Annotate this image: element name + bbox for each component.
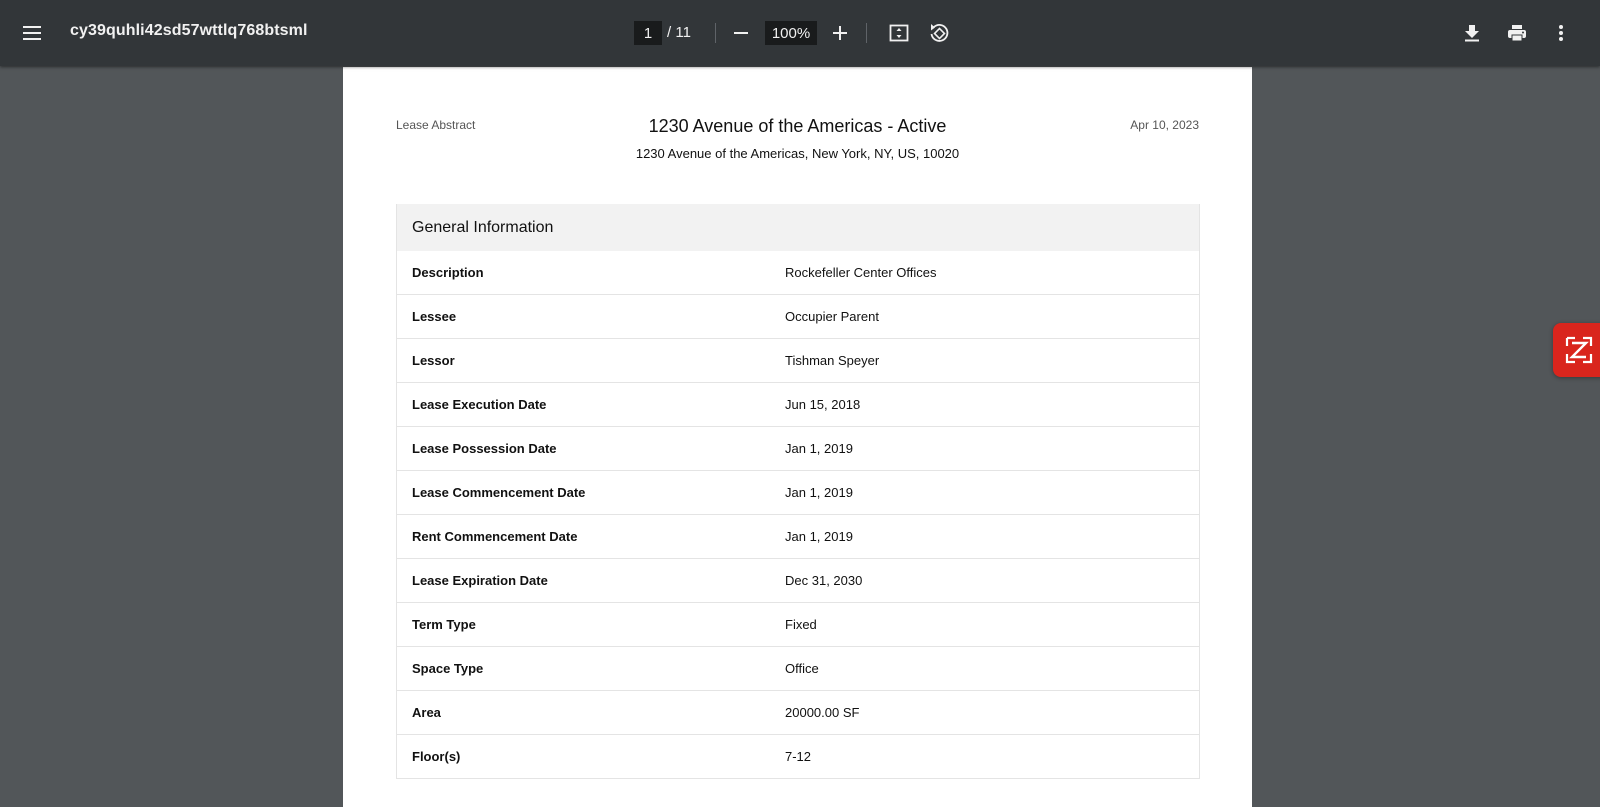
menu-button[interactable]	[14, 15, 50, 51]
print-icon	[1508, 25, 1526, 42]
download-button[interactable]	[1454, 15, 1490, 51]
table-row: Floor(s) 7-12	[397, 735, 1199, 778]
table-row: Lease Commencement Date Jan 1, 2019	[397, 471, 1199, 515]
table-row: Space Type Office	[397, 647, 1199, 691]
row-value: Jan 1, 2019	[785, 485, 853, 500]
row-label: Lease Commencement Date	[412, 485, 586, 500]
rotate-icon	[930, 24, 949, 42]
row-value: Occupier Parent	[785, 309, 879, 324]
download-icon	[1465, 25, 1479, 42]
row-label: Area	[412, 705, 441, 720]
zoom-in-icon	[833, 26, 847, 40]
table-row: Description Rockefeller Center Offices	[397, 251, 1199, 295]
row-value: 7-12	[785, 749, 812, 764]
row-label: Lessor	[412, 353, 455, 368]
property-title: 1230 Avenue of the Americas - Active	[648, 116, 947, 136]
row-label: Term Type	[412, 617, 476, 632]
table-row: Lease Possession Date Jan 1, 2019	[397, 427, 1199, 471]
more-vert-icon	[1559, 25, 1563, 41]
general-information-section: General Information Description Rockefell…	[396, 204, 1200, 779]
row-label: Space Type	[412, 661, 484, 676]
row-value: Dec 31, 2030	[785, 573, 863, 588]
row-label: Description	[412, 265, 484, 280]
table-row: Rent Commencement Date Jan 1, 2019	[397, 515, 1199, 559]
table-row: Lease Execution Date Jun 15, 2018	[397, 383, 1199, 427]
property-address: 1230 Avenue of the Americas, New York, N…	[635, 146, 960, 161]
page-number-input[interactable]	[634, 21, 662, 45]
zoom-level-input[interactable]	[765, 21, 817, 45]
zotero-z-icon	[1565, 336, 1593, 364]
row-value: Tishman Speyer	[785, 353, 880, 368]
row-value: Fixed	[785, 617, 817, 632]
zoom-in-button[interactable]	[822, 15, 858, 51]
row-label: Lease Possession Date	[412, 441, 557, 456]
more-options-button[interactable]	[1543, 15, 1579, 51]
document-date: Apr 10, 2023	[1130, 118, 1199, 132]
section-title: General Information	[397, 204, 1199, 251]
row-value: Jan 1, 2019	[785, 529, 853, 544]
table-row: Lessee Occupier Parent	[397, 295, 1199, 339]
zoom-out-button[interactable]	[723, 15, 759, 51]
rotate-button[interactable]	[921, 15, 957, 51]
toolbar-divider	[715, 23, 716, 43]
fit-page-icon	[889, 24, 909, 42]
print-button[interactable]	[1499, 15, 1535, 51]
page-total: / 11	[667, 24, 691, 41]
side-extension-button[interactable]	[1553, 323, 1600, 377]
zoom-out-icon	[734, 32, 748, 34]
table-row: Area 20000.00 SF	[397, 691, 1199, 735]
row-label: Lessee	[412, 309, 457, 324]
row-value: Office	[785, 661, 819, 676]
row-value: Rockefeller Center Offices	[785, 265, 937, 280]
document-title: cy39quhli42sd57wttlq768btsml	[70, 22, 308, 39]
row-value: Jun 15, 2018	[785, 397, 861, 412]
pdf-page: Lease Abstract 1230 Avenue of the Americ…	[343, 67, 1252, 807]
fit-page-button[interactable]	[881, 15, 917, 51]
row-label: Lease Expiration Date	[412, 573, 548, 588]
hamburger-menu-icon	[23, 26, 41, 40]
row-value: 20000.00 SF	[785, 705, 860, 720]
table-row: Lessor Tishman Speyer	[397, 339, 1199, 383]
table-row: Lease Expiration Date Dec 31, 2030	[397, 559, 1199, 603]
row-value: Jan 1, 2019	[785, 441, 853, 456]
row-label: Floor(s)	[412, 749, 461, 764]
toolbar-divider	[866, 23, 867, 43]
table-row: Term Type Fixed	[397, 603, 1199, 647]
row-label: Lease Execution Date	[412, 397, 547, 412]
pdf-toolbar: cy39quhli42sd57wttlq768btsml / 11	[0, 0, 1600, 66]
row-label: Rent Commencement Date	[412, 529, 578, 544]
